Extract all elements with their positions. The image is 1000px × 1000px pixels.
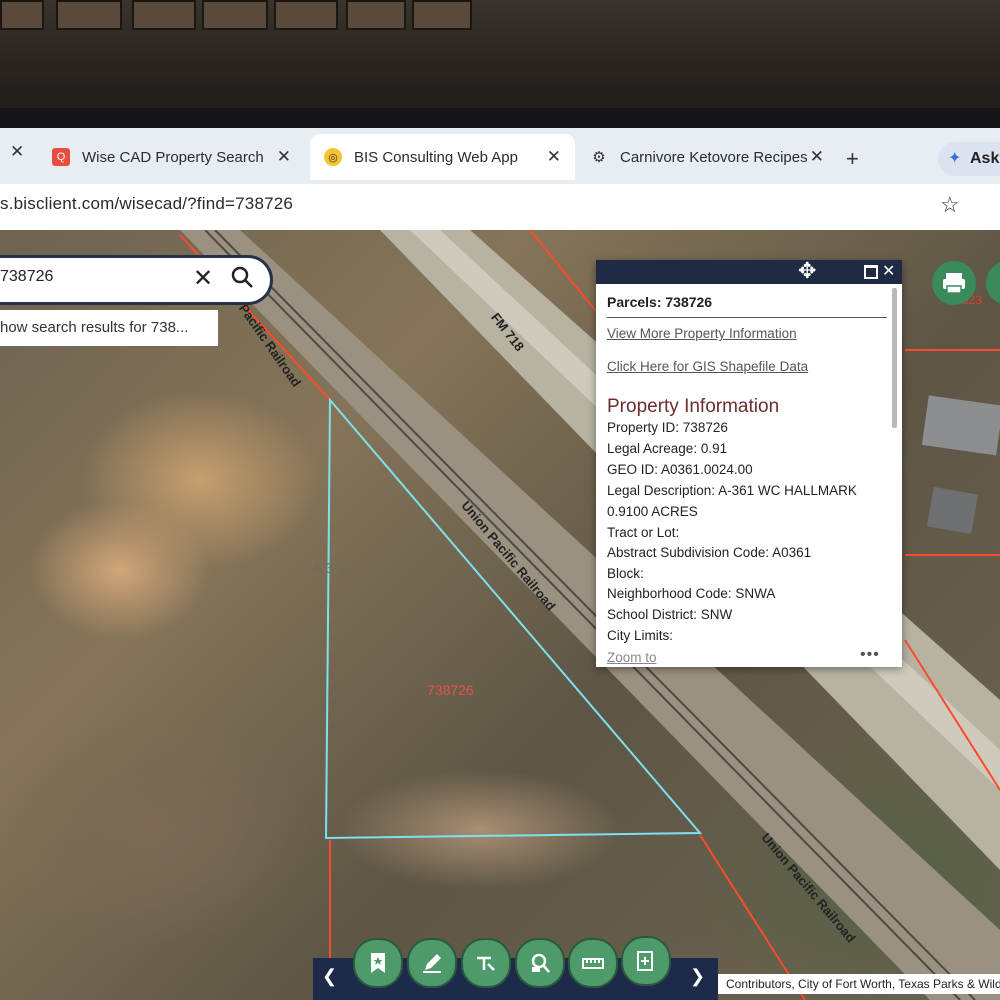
sparkle-icon: ✦	[948, 150, 962, 167]
ask-label: Ask	[970, 150, 1000, 167]
zoom-to-link[interactable]: Zoom to	[607, 650, 657, 665]
field-legal-description: Legal Description: A-361 WC HALLMARK	[607, 483, 857, 498]
divider	[607, 317, 887, 318]
bookmark-icon	[371, 953, 385, 973]
chevron-right-icon[interactable]: ❯	[690, 966, 705, 987]
suggestion-text: how search results for 738...	[0, 319, 189, 336]
openai-favicon-icon: ⚙	[592, 149, 606, 166]
building	[926, 486, 979, 535]
field-neighborhood-code: Neighborhood Code: SNWA	[607, 586, 776, 601]
field-legal-acreage: Legal Acreage: 0.91	[607, 441, 728, 456]
map-attribution: Contributors, City of Fort Worth, Texas …	[718, 974, 1000, 994]
field-abstract-subdivision: Abstract Subdivision Code: A0361	[607, 545, 812, 560]
tab-title: Wise CAD Property Search	[82, 148, 264, 166]
close-icon[interactable]: ✕	[10, 142, 24, 162]
gis-shapefile-link[interactable]: Click Here for GIS Shapefile Data	[607, 359, 808, 374]
wall-frame	[274, 0, 338, 30]
tab-wise-cad[interactable]: Q Wise CAD Property Search ✕	[40, 134, 305, 180]
draw-tool-button[interactable]	[407, 938, 457, 988]
section-title: Property Information	[607, 396, 780, 417]
popup-header: ✥ ✕	[596, 258, 902, 284]
wall-frame	[0, 0, 44, 30]
more-options-icon[interactable]: •••	[860, 646, 880, 664]
search-suggestion[interactable]: how search results for 738...	[0, 310, 218, 346]
clear-icon[interactable]: ✕	[193, 264, 213, 293]
parcel-search-icon	[531, 953, 550, 973]
abstract-label: A 3 1	[312, 560, 347, 577]
field-property-id: Property ID: 738726	[607, 420, 728, 435]
property-popup: ✥ ✕ Parcels: 738726 View More Property I…	[596, 258, 902, 667]
wall-frame	[132, 0, 196, 30]
map-view[interactable]: Union Pacific Railroad Union Pacific Rai…	[0, 230, 1000, 1000]
bookmark-star-icon[interactable]: ☆	[940, 192, 960, 218]
tab-title: Carnivore Ketovore Recipes	[620, 148, 808, 166]
printer-icon	[943, 273, 965, 294]
scale-tool-button[interactable]	[568, 938, 618, 988]
field-city-limits: City Limits:	[607, 628, 674, 643]
measure-tool-button[interactable]	[461, 938, 511, 988]
new-tab-icon[interactable]: +	[846, 146, 859, 172]
compass-favicon-icon: ◎	[324, 148, 342, 166]
tab-title: BIS Consulting Web App	[354, 148, 518, 166]
bookmark-tool-button[interactable]	[353, 938, 403, 988]
popup-scrollbar[interactable]	[892, 288, 897, 428]
maximize-icon[interactable]	[864, 265, 878, 279]
browser-tab-bar: ✕ Q Wise CAD Property Search ✕ ◎ BIS Con…	[0, 128, 1000, 184]
close-icon[interactable]: ✕	[277, 147, 291, 167]
search-icon[interactable]	[230, 264, 256, 292]
wall-frame	[412, 0, 472, 30]
chevron-left-icon[interactable]: ❮	[322, 966, 337, 987]
tab-carnivore[interactable]: ⚙ Carnivore Ketovore Recipes ✕	[578, 134, 838, 180]
close-icon[interactable]: ✕	[810, 147, 824, 167]
url-text[interactable]: s.bisclient.com/wisecad/?find=738726	[0, 194, 293, 214]
view-more-link[interactable]: View More Property Information	[607, 326, 797, 341]
tab-bis-consulting[interactable]: ◎ BIS Consulting Web App ✕	[310, 134, 575, 180]
field-school-district: School District: SNW	[607, 607, 733, 622]
scale-icon	[582, 958, 604, 969]
attribution-text: Contributors, City of Fort Worth, Texas …	[726, 977, 1000, 991]
ask-button[interactable]: ✦ Ask	[938, 142, 1000, 176]
search-favicon-icon: Q	[52, 148, 70, 166]
print-layout-tool-button[interactable]	[621, 936, 671, 986]
measure-icon	[477, 956, 495, 971]
print-button[interactable]	[932, 261, 976, 305]
draw-icon	[423, 954, 441, 973]
wall-frame	[346, 0, 406, 30]
address-bar[interactable]: s.bisclient.com/wisecad/?find=738726 ☆	[0, 184, 1000, 230]
building	[921, 395, 1000, 456]
close-icon[interactable]: ✕	[882, 261, 895, 281]
search-box[interactable]: 738726 ✕	[0, 258, 270, 302]
move-icon[interactable]: ✥	[798, 258, 816, 284]
field-geo-id: GEO ID: A0361.0024.00	[607, 462, 753, 477]
wall-frame	[56, 0, 122, 30]
field-legal-description-cont: 0.9100 ACRES	[607, 504, 698, 519]
popup-title: Parcels: 738726	[607, 294, 713, 310]
print-layout-icon	[637, 951, 653, 971]
parcel-id-label: 738726	[427, 682, 474, 698]
close-icon[interactable]: ✕	[547, 147, 561, 167]
search-input[interactable]: 738726	[0, 268, 53, 286]
wall-frame	[202, 0, 268, 30]
field-block: Block:	[607, 566, 644, 581]
field-tract-or-lot: Tract or Lot:	[607, 525, 680, 540]
parcel-search-tool-button[interactable]	[515, 938, 565, 988]
